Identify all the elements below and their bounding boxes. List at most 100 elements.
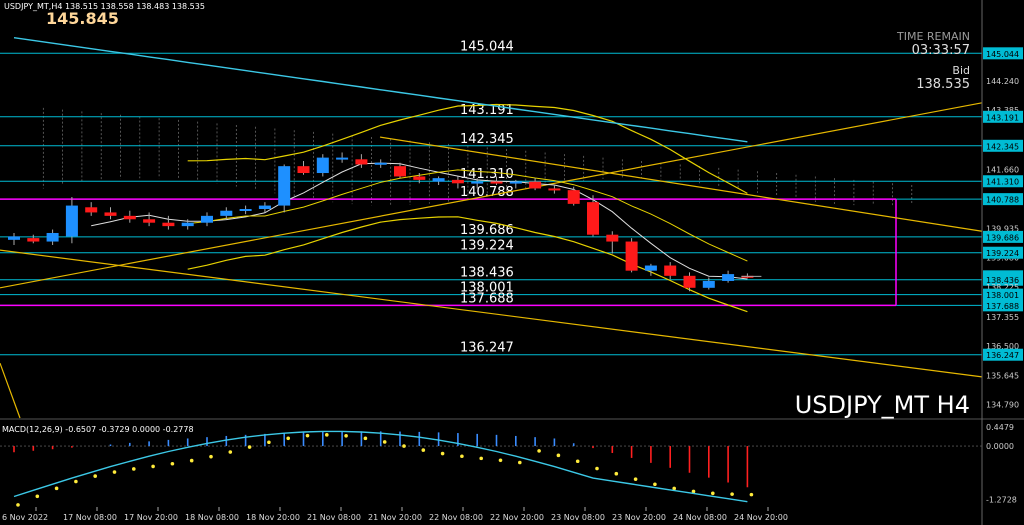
axis-price-label: 141.310 <box>986 178 1019 187</box>
level-label: 145.044 <box>460 39 514 54</box>
candle-body <box>529 181 542 189</box>
macd-axis-label: -1.2728 <box>986 496 1017 505</box>
candle-body <box>65 205 78 237</box>
candle-body <box>316 157 329 174</box>
candle-body <box>567 190 580 204</box>
candle-body <box>606 234 619 242</box>
candle-body <box>509 181 522 184</box>
candle-body <box>336 157 349 160</box>
time-label: 6 Nov 2022 <box>2 513 48 522</box>
macd-signal-dot <box>74 479 78 484</box>
macd-signal-dot <box>363 436 368 441</box>
time-label: 21 Nov 20:00 <box>368 513 422 522</box>
axis-price-label: 135.645 <box>986 371 1019 380</box>
candle-body <box>355 159 368 165</box>
big-price: 145.845 <box>46 9 119 28</box>
macd-signal-dot <box>54 486 59 491</box>
axis-price-label: 136.247 <box>986 351 1019 360</box>
macd-signal-dot <box>325 433 329 437</box>
macd-signal-dot <box>16 503 20 507</box>
macd-signal-dot <box>749 492 754 497</box>
macd-signal-dot <box>267 440 271 445</box>
axis-price-label: 137.688 <box>986 302 1019 311</box>
macd-signal-dot <box>209 454 213 459</box>
time-label: 24 Nov 08:00 <box>673 513 727 522</box>
level-label: 137.688 <box>460 291 514 306</box>
macd-signal-dot <box>518 460 522 465</box>
macd-signal-dot <box>614 471 619 476</box>
candle-body <box>490 181 503 184</box>
time-label: 22 Nov 08:00 <box>429 513 483 522</box>
candle-body <box>239 209 252 211</box>
time-remain-value: 03:33:57 <box>912 43 970 58</box>
macd-axis-label: 0.0000 <box>986 442 1014 451</box>
macd-signal-dot <box>382 440 387 444</box>
candle-body <box>46 232 59 242</box>
macd-signal-dot <box>711 491 715 496</box>
macd-axis-label: 0.4479 <box>986 423 1014 432</box>
macd-signal-dot <box>633 477 638 481</box>
macd-signal-dot <box>305 433 310 438</box>
macd-signal-dot <box>730 492 734 496</box>
candle-body <box>220 210 233 216</box>
candle-body <box>201 215 213 223</box>
macd-signal-dot <box>460 454 464 459</box>
axis-price-label: 134.790 <box>986 401 1019 410</box>
level-label: 136.247 <box>460 341 514 356</box>
macd-label: MACD(12,26,9) -0.6507 -0.3729 0.0000 -0.… <box>2 425 194 434</box>
candle-body <box>471 181 484 184</box>
candle-body <box>587 202 599 235</box>
time-label: 18 Nov 20:00 <box>246 513 300 522</box>
level-label: 139.224 <box>460 239 514 254</box>
macd-signal-dot <box>286 436 291 441</box>
candle-body <box>625 241 638 271</box>
candle-body <box>8 236 20 240</box>
macd-signal-dot <box>344 434 348 438</box>
axis-price-label: 139.686 <box>986 233 1019 242</box>
candle-body <box>297 166 310 174</box>
time-label: 23 Nov 08:00 <box>551 513 605 522</box>
bid-label: Bid <box>952 64 970 77</box>
price-chart[interactable]: 145.044 143.191 142.345 141.310 140.788 139.6… <box>0 0 1024 525</box>
time-remain-label: TIME REMAIN <box>896 30 970 43</box>
macd-signal-dot <box>189 458 194 463</box>
axis-price-label: 139.224 <box>986 249 1019 258</box>
candle-body <box>664 265 677 276</box>
candle-body <box>258 205 271 209</box>
time-label: 24 Nov 20:00 <box>734 513 788 522</box>
macd-signal-dot <box>228 450 233 454</box>
level-label: 138.436 <box>460 266 514 281</box>
macd-signal-dot <box>112 470 117 474</box>
candle-body <box>27 238 40 242</box>
time-label: 17 Nov 08:00 <box>63 513 117 522</box>
candle-body <box>413 176 426 180</box>
watermark: USDJPY_MT H4 <box>795 391 970 419</box>
axis-price-label: 140.788 <box>986 196 1019 205</box>
bid-value: 138.535 <box>916 77 970 92</box>
candle-body <box>644 265 657 271</box>
axis-price-label: 141.660 <box>986 165 1019 174</box>
time-label: 17 Nov 20:00 <box>124 513 178 522</box>
candle-body <box>104 212 117 216</box>
candle-body <box>278 166 291 206</box>
time-label: 18 Nov 08:00 <box>185 513 239 522</box>
candle-body <box>394 166 406 177</box>
macd-signal-dot <box>498 458 503 463</box>
candle-body <box>432 178 445 182</box>
axis-price-label: 138.001 <box>986 291 1019 300</box>
macd-signal-dot <box>170 461 175 466</box>
time-label: 21 Nov 08:00 <box>307 513 361 522</box>
candle-body <box>143 219 156 223</box>
macd-signal-dot <box>575 459 580 464</box>
macd-signal-dot <box>537 449 541 453</box>
candle-body <box>722 274 735 281</box>
macd-signal-dot <box>93 474 97 478</box>
macd-signal-dot <box>402 444 406 448</box>
macd-signal-dot <box>421 448 426 452</box>
macd-signal-dot <box>151 464 155 469</box>
macd-signal-dot <box>35 494 40 499</box>
candle-body <box>451 179 464 184</box>
candle-body <box>123 215 136 220</box>
candle-body <box>181 222 194 227</box>
macd-signal-dot <box>653 482 657 487</box>
